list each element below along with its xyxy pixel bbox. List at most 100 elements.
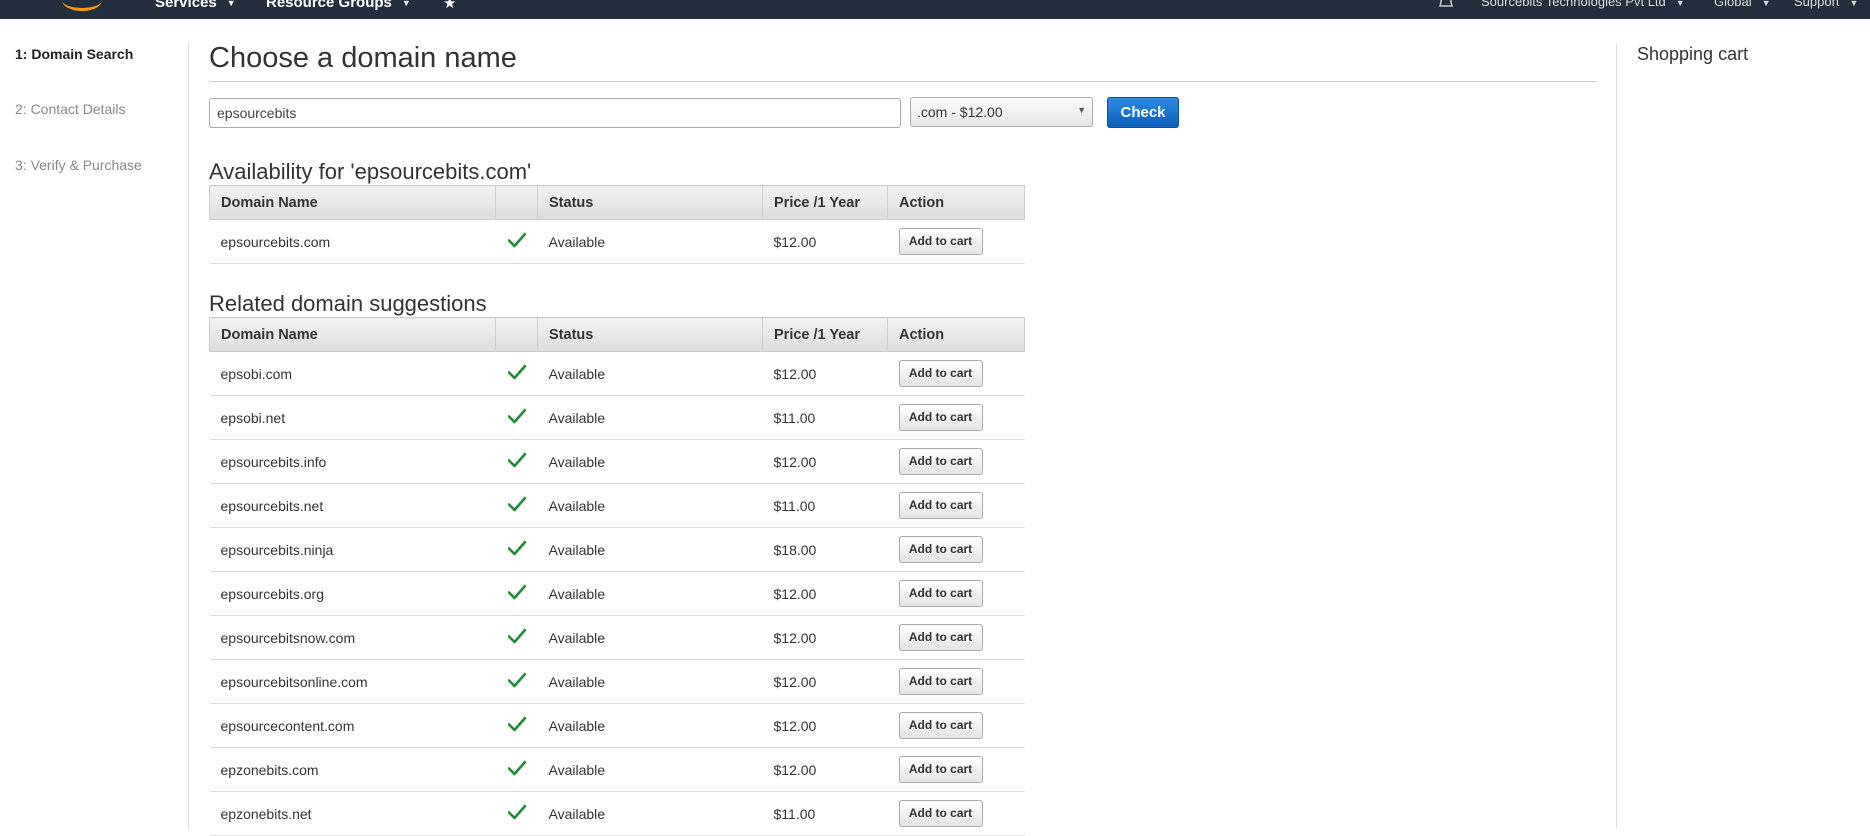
services-label: Services	[155, 0, 217, 11]
top-nav-bar: Services ▼ Resource Groups ▼ ★ Sourcebits …	[0, 0, 1870, 19]
status-icon-cell	[495, 483, 538, 528]
add-to-cart-button[interactable]: Add to cart	[898, 712, 983, 739]
price-cell: $11.00	[762, 483, 888, 528]
domain-name-cell: epsourcebitsnow.com	[209, 615, 496, 660]
add-to-cart-button[interactable]: Add to cart	[898, 668, 983, 695]
price-cell: $12.00	[762, 659, 888, 704]
status-icon-cell	[495, 439, 538, 484]
add-to-cart-button[interactable]: Add to cart	[898, 228, 983, 255]
page-title: Choose a domain name	[209, 42, 517, 74]
tld-select[interactable]: .com - $12.00 ▼	[910, 97, 1093, 127]
action-cell: Add to cart	[887, 571, 1025, 616]
availability-heading: Availability for 'epsourcebits.com'	[209, 159, 532, 184]
domain-name-cell: epzonebits.com	[209, 747, 496, 792]
star-icon[interactable]: ★	[443, 0, 456, 12]
status-cell: Available	[537, 527, 763, 572]
chevron-down-icon: ▼	[1675, 0, 1685, 8]
domain-name-cell: epsobi.com	[209, 351, 496, 396]
action-cell: Add to cart	[887, 615, 1025, 660]
price-cell: $12.00	[762, 571, 888, 616]
domain-name-cell: epsourcebitsonline.com	[209, 659, 496, 704]
dropdown-arrow-icon: ▼	[1077, 105, 1086, 115]
check-button[interactable]: Check	[1107, 97, 1179, 128]
region-menu[interactable]: Global ▼	[1714, 0, 1771, 9]
add-to-cart-button[interactable]: Add to cart	[898, 624, 983, 651]
status-icon-cell	[495, 615, 538, 660]
price-cell: $18.00	[762, 527, 888, 572]
domain-name-cell: epsourcebits.ninja	[209, 527, 496, 572]
table-row: epsourcebitsnow.com Available $12.00 Add to…	[209, 615, 1025, 660]
action-cell: Add to cart	[887, 703, 1025, 748]
checkmark-icon	[507, 760, 526, 776]
table-row: epsobi.net Available $11.00 Add to cart	[209, 395, 1025, 440]
status-icon-cell	[495, 395, 538, 440]
aws-logo[interactable]	[62, 0, 102, 11]
price-cell: $12.00	[762, 703, 888, 748]
add-to-cart-button[interactable]: Add to cart	[898, 756, 983, 783]
column-header-action: Action	[887, 317, 1025, 352]
status-cell: Available	[537, 747, 763, 792]
checkmark-icon	[507, 584, 526, 600]
main-content: Choose a domain name .com - $12.00 ▼ Che…	[188, 19, 1616, 836]
price-cell: $12.00	[762, 747, 888, 792]
price-cell: $12.00	[762, 615, 888, 660]
support-menu[interactable]: Support ▼	[1794, 0, 1858, 9]
action-cell: Add to cart	[887, 527, 1025, 572]
domain-name-cell: epsourcebits.com	[209, 219, 496, 264]
domain-search-input[interactable]	[209, 98, 901, 128]
resource-groups-menu[interactable]: Resource Groups ▼	[266, 0, 411, 11]
status-icon-cell	[495, 659, 538, 704]
status-icon-cell	[495, 703, 538, 748]
status-icon-cell	[495, 747, 538, 792]
action-cell: Add to cart	[887, 439, 1025, 484]
table-row: epsourcebitsonline.com Available $12.00 Add…	[209, 659, 1025, 704]
status-cell: Available	[537, 351, 763, 396]
add-to-cart-button[interactable]: Add to cart	[898, 448, 983, 475]
domain-name-cell: epsourcebits.info	[209, 439, 496, 484]
bell-icon[interactable]	[1438, 0, 1454, 13]
column-header-domain: Domain Name	[209, 317, 496, 352]
add-to-cart-button[interactable]: Add to cart	[898, 536, 983, 563]
status-icon-cell	[495, 219, 538, 264]
price-cell: $12.00	[762, 439, 888, 484]
table-header-row: Domain Name Status Price /1 Year Action	[209, 317, 1025, 352]
checkmark-icon	[507, 408, 526, 424]
checkmark-icon	[507, 364, 526, 380]
account-menu[interactable]: Sourcebits Technologies Pvt Ltd ▼	[1481, 0, 1685, 9]
title-divider	[209, 81, 1597, 82]
add-to-cart-button[interactable]: Add to cart	[898, 360, 983, 387]
table-row: epsourcebits.net Available $11.00 Add to ca…	[209, 483, 1025, 528]
status-cell: Available	[537, 483, 763, 528]
checkmark-icon	[507, 232, 526, 248]
table-row: epsourcebits.ninja Available $18.00 Add to …	[209, 527, 1025, 572]
price-cell: $12.00	[762, 219, 888, 264]
cart-divider	[1616, 43, 1617, 829]
step-contact-details[interactable]: 2: Contact Details	[15, 101, 126, 117]
add-to-cart-button[interactable]: Add to cart	[898, 404, 983, 431]
step-verify-purchase[interactable]: 3: Verify & Purchase	[15, 157, 142, 173]
status-cell: Available	[537, 615, 763, 660]
resource-groups-label: Resource Groups	[266, 0, 392, 11]
step-domain-search[interactable]: 1: Domain Search	[15, 46, 133, 62]
status-cell: Available	[537, 659, 763, 704]
column-header-action: Action	[887, 185, 1025, 220]
add-to-cart-button[interactable]: Add to cart	[898, 800, 983, 827]
services-menu[interactable]: Services ▼	[155, 0, 236, 11]
checkmark-icon	[507, 496, 526, 512]
table-row: epzonebits.com Available $12.00 Add to cart	[209, 747, 1025, 792]
region-label: Global	[1714, 0, 1752, 9]
column-header-price: Price /1 Year	[762, 185, 888, 220]
wizard-steps: 1: Domain Search 2: Contact Details 3: V…	[0, 19, 188, 829]
action-cell: Add to cart	[887, 747, 1025, 792]
checkmark-icon	[507, 540, 526, 556]
add-to-cart-button[interactable]: Add to cart	[898, 580, 983, 607]
table-row: epsourcecontent.com Available $12.00 Add to…	[209, 703, 1025, 748]
suggestions-heading: Related domain suggestions	[209, 291, 487, 316]
shopping-cart-title: Shopping cart	[1637, 44, 1749, 64]
action-cell: Add to cart	[887, 351, 1025, 396]
add-to-cart-button[interactable]: Add to cart	[898, 492, 983, 519]
chevron-down-icon: ▼	[1849, 0, 1859, 8]
status-icon-cell	[495, 527, 538, 572]
column-header-domain: Domain Name	[209, 185, 496, 220]
tld-select-value: .com - $12.00	[917, 104, 1003, 120]
